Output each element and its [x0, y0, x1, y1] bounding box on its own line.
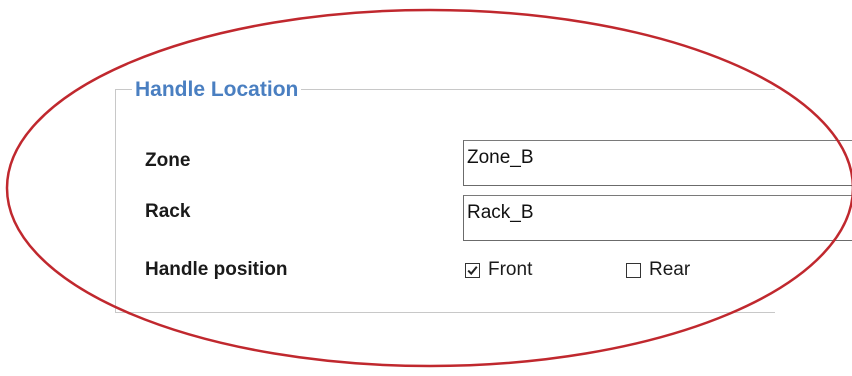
zone-label: Zone [145, 150, 191, 171]
front-checkbox-box[interactable] [465, 262, 480, 278]
rack-label: Rack [145, 201, 191, 222]
handle-position-label: Handle position [145, 259, 288, 280]
rear-checkbox[interactable]: Rear [626, 259, 690, 281]
front-checkbox[interactable]: Front [465, 259, 532, 281]
zone-field[interactable]: Zone_B [463, 140, 852, 186]
rack-field[interactable]: Rack_B [463, 195, 852, 241]
rear-checkbox-label: Rear [649, 259, 691, 280]
front-checkbox-label: Front [488, 259, 533, 280]
checkmark-icon [467, 265, 478, 275]
group-title: Handle Location [132, 77, 302, 103]
rear-checkbox-box[interactable] [626, 262, 641, 278]
